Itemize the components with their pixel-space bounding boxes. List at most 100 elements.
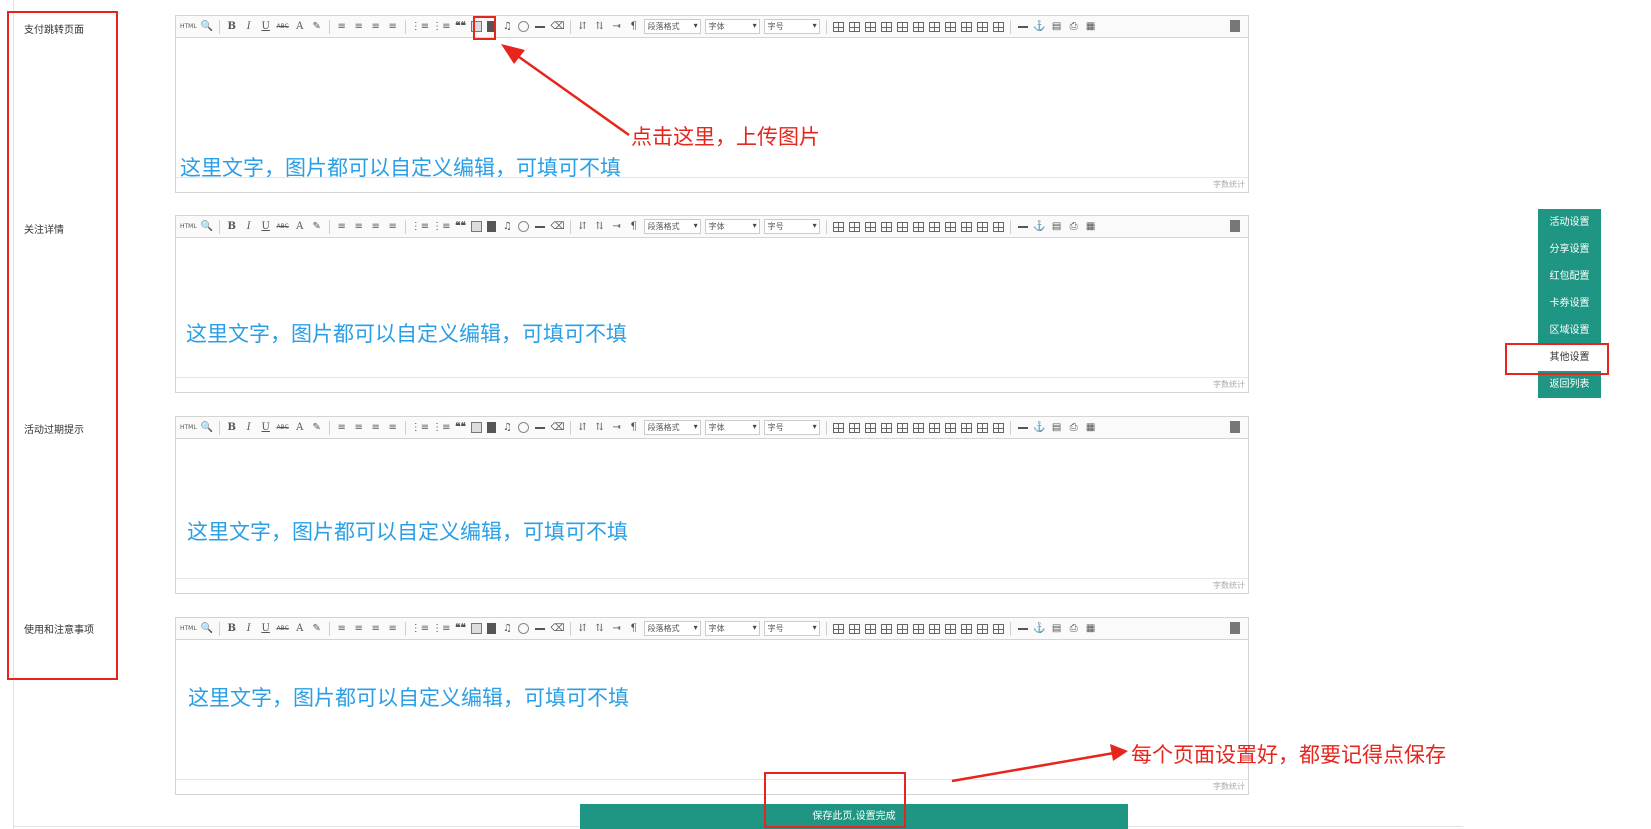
unordered-list-icon[interactable]: ⋮≡ [432,621,450,637]
link-icon[interactable] [535,225,546,228]
insert-table-icon[interactable] [832,221,844,232]
align-center-icon[interactable]: ≡ [352,621,366,637]
highlight-icon[interactable]: ✎ [310,621,324,637]
indent-icon[interactable]: ⇥ [610,621,624,637]
italic-icon[interactable]: I [242,621,256,637]
merge-cells-icon[interactable] [928,221,940,232]
align-right-icon[interactable]: ≡ [369,19,383,35]
paragraph-spacing-icon[interactable]: ⇅ [593,219,607,235]
split-cells-icon[interactable] [976,623,988,634]
line-height-icon[interactable]: ⇵ [576,621,590,637]
bold-icon[interactable]: B [225,621,239,637]
italic-icon[interactable]: I [242,19,256,35]
insert-column-icon[interactable] [896,21,908,32]
indent-icon[interactable]: ⇥ [610,19,624,35]
strikethrough-icon[interactable]: ABC [276,621,290,637]
insert-image-icon[interactable] [471,623,483,634]
align-left-icon[interactable]: ≡ [335,19,349,35]
insert-table-icon[interactable] [832,623,844,634]
insert-video-icon[interactable] [487,221,497,232]
side-menu-item-back-to-list[interactable]: 返回列表 [1538,371,1601,398]
align-right-icon[interactable]: ≡ [369,219,383,235]
blockquote-icon[interactable]: ❝❝ [453,420,467,436]
template-icon[interactable]: ▦ [1084,621,1098,637]
ordered-list-icon[interactable]: ⋮≡ [411,219,429,235]
print-icon[interactable]: ⎙ [1067,420,1081,436]
template-icon[interactable]: ▦ [1084,19,1098,35]
highlight-icon[interactable]: ✎ [310,19,324,35]
html-source-icon[interactable]: HTML [180,621,197,637]
font-family-select[interactable]: 字体 [704,420,760,435]
paragraph-format-select[interactable]: 段落格式 [643,621,701,636]
side-menu-item-share-settings[interactable]: 分享设置 [1538,236,1601,263]
bold-icon[interactable]: B [225,19,239,35]
delete-row-icon[interactable] [880,422,892,433]
strikethrough-icon[interactable]: ABC [276,219,290,235]
delete-row-icon[interactable] [880,623,892,634]
html-source-icon[interactable]: HTML [180,219,197,235]
bold-icon[interactable]: B [225,219,239,235]
unordered-list-icon[interactable]: ⋮≡ [432,219,450,235]
insert-column-icon[interactable] [896,422,908,433]
font-color-icon[interactable]: A [293,219,307,235]
merge-down-icon[interactable] [960,21,972,32]
link-icon[interactable] [535,25,546,28]
blockquote-icon[interactable]: ❝❝ [453,621,467,637]
link-icon[interactable] [535,627,546,630]
format-paint-icon[interactable]: ¶ [627,420,641,436]
template-icon[interactable]: ▦ [1084,420,1098,436]
insert-music-icon[interactable]: ♫ [500,219,514,235]
insert-row-icon[interactable] [864,623,876,634]
fullscreen-icon[interactable] [1230,220,1240,232]
ordered-list-icon[interactable]: ⋮≡ [411,420,429,436]
indent-icon[interactable]: ⇥ [610,420,624,436]
split-cells-icon[interactable] [976,221,988,232]
align-center-icon[interactable]: ≡ [352,420,366,436]
insert-music-icon[interactable]: ♫ [500,621,514,637]
anchor-icon[interactable]: ⚓ [1033,219,1047,235]
align-left-icon[interactable]: ≡ [335,420,349,436]
align-right-icon[interactable]: ≡ [369,621,383,637]
horizontal-rule-icon[interactable] [1017,426,1028,429]
ordered-list-icon[interactable]: ⋮≡ [411,19,429,35]
align-left-icon[interactable]: ≡ [335,219,349,235]
format-paint-icon[interactable]: ¶ [627,621,641,637]
clear-format-icon[interactable]: ⌫ [550,19,564,35]
strikethrough-icon[interactable]: ABC [276,420,290,436]
merge-cells-icon[interactable] [928,623,940,634]
split-cells-icon[interactable] [976,21,988,32]
template-icon[interactable]: ▦ [1084,219,1098,235]
format-paint-icon[interactable]: ¶ [627,19,641,35]
align-left-icon[interactable]: ≡ [335,621,349,637]
align-justify-icon[interactable]: ≡ [386,621,400,637]
preview-icon[interactable]: 🔍 [200,19,214,35]
editor-content[interactable]: 这里文字，图片都可以自定义编辑，可填可不填 [176,440,1248,578]
underline-icon[interactable]: U [259,420,273,436]
emoji-icon[interactable] [518,623,530,634]
paragraph-spacing-icon[interactable]: ⇅ [593,19,607,35]
side-menu-item-red-packet-config[interactable]: 红包配置 [1538,263,1601,290]
ordered-list-icon[interactable]: ⋮≡ [411,621,429,637]
insert-image-icon[interactable] [471,422,483,433]
clear-format-icon[interactable]: ⌫ [550,420,564,436]
split-rows-icon[interactable] [992,221,1004,232]
align-center-icon[interactable]: ≡ [352,19,366,35]
link-icon[interactable] [535,426,546,429]
paragraph-spacing-icon[interactable]: ⇅ [593,621,607,637]
horizontal-rule-icon[interactable] [1017,225,1028,228]
merge-cells-icon[interactable] [928,422,940,433]
font-size-select[interactable]: 字号 [763,19,820,34]
clear-format-icon[interactable]: ⌫ [550,219,564,235]
bold-icon[interactable]: B [225,420,239,436]
insert-table-icon[interactable] [832,21,844,32]
line-height-icon[interactable]: ⇵ [576,219,590,235]
preview-icon[interactable]: 🔍 [200,621,214,637]
align-center-icon[interactable]: ≡ [352,219,366,235]
highlight-icon[interactable]: ✎ [310,219,324,235]
side-menu-item-activity-settings[interactable]: 活动设置 [1538,209,1601,236]
horizontal-rule-icon[interactable] [1017,25,1028,28]
insert-video-icon[interactable] [487,422,497,433]
underline-icon[interactable]: U [259,621,273,637]
fullscreen-icon[interactable] [1230,421,1240,433]
print-icon[interactable]: ⎙ [1067,19,1081,35]
